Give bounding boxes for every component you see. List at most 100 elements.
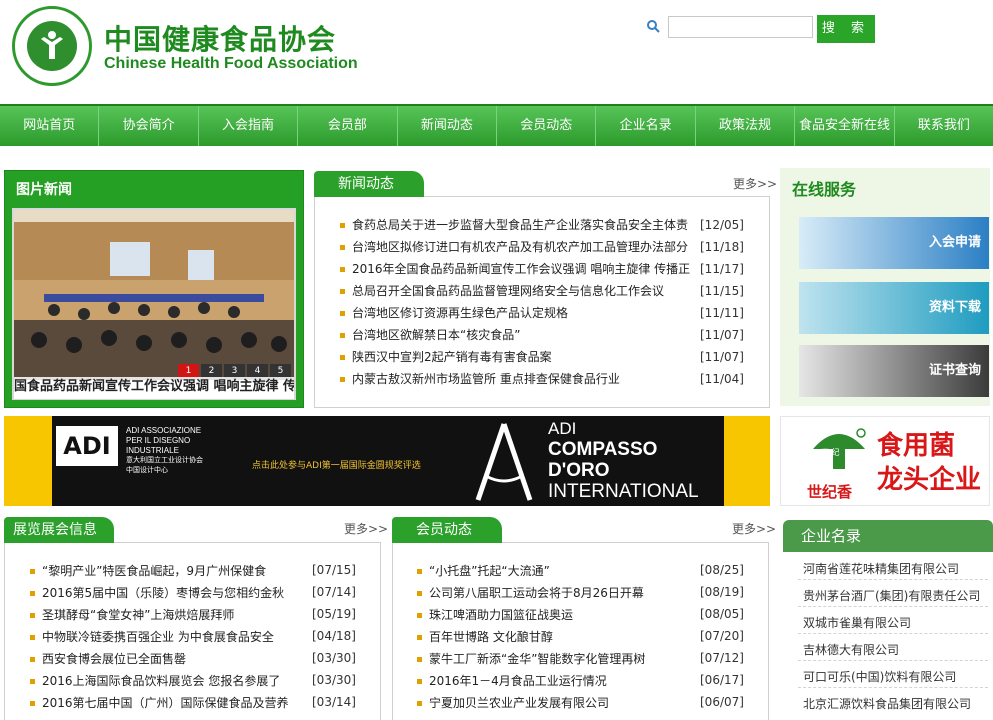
main-nav: 网站首页 协会简介 入会指南 会员部 新闻动态 会员动态 企业名录 政策法规 食…	[0, 104, 993, 146]
item-date: [07/14]	[312, 585, 356, 599]
search-input[interactable]	[668, 16, 813, 38]
item-date: [04/18]	[312, 629, 356, 643]
item-date: [03/14]	[312, 695, 356, 709]
divider	[798, 606, 988, 607]
slide-pagination: 1 2 3 4 5	[178, 364, 291, 378]
nav-item-policy[interactable]: 政策法规	[696, 106, 796, 146]
company-item[interactable]: 北京汇源饮料食品集团有限公司	[803, 695, 971, 712]
apply-membership-button[interactable]: 入会申请	[799, 217, 989, 269]
list-item[interactable]: 总局召开全国食品药品监督管理网络安全与信息化工作会议	[340, 280, 664, 302]
list-item[interactable]: 2016第5届中国（乐陵）枣博会与您相约金秋	[30, 582, 284, 604]
list-item[interactable]: 台湾地区修订资源再生绿色产品认定规格	[340, 302, 568, 324]
list-item[interactable]: 2016年全国食品药品新闻宣传工作会议强调 唱响主旋律 传播正	[340, 258, 690, 280]
list-item[interactable]: 食药总局关于进一步监督大型食品生产企业落实食品安全主体责	[340, 214, 688, 236]
compass-icon	[475, 423, 533, 501]
company-item[interactable]: 贵州茅台酒厂(集团)有限责任公司	[803, 587, 980, 604]
award-line: ADI	[548, 419, 577, 438]
item-date: [07/15]	[312, 563, 356, 577]
item-date: [03/30]	[312, 673, 356, 687]
divider	[798, 633, 988, 634]
item-date: [11/07]	[700, 350, 744, 364]
nav-item-contact[interactable]: 联系我们	[895, 106, 993, 146]
logo-english-name: Chinese Health Food Association	[104, 55, 358, 72]
nav-item-directory[interactable]: 企业名录	[596, 106, 696, 146]
bullet-icon	[30, 679, 35, 684]
award-line: COMPASSO D'ORO	[548, 439, 658, 481]
seal-text: 世 纪	[821, 448, 840, 457]
nav-item-news[interactable]: 新闻动态	[398, 106, 498, 146]
list-item[interactable]: 珠江啤酒助力国篮征战奥运	[417, 604, 573, 626]
list-item[interactable]: 2016第七届中国（广州）国际保健食品及营养	[30, 692, 289, 714]
item-date: [06/07]	[700, 695, 744, 709]
download-button[interactable]: 资料下载	[799, 282, 989, 334]
bullet-icon	[417, 679, 422, 684]
list-item[interactable]: 蒙牛工厂新添“金华”智能数字化管理再树	[417, 648, 645, 670]
conference-photo[interactable]	[14, 210, 294, 380]
adi-cta-text: 点击此处参与ADI第一届国际金圆规奖评选	[252, 461, 421, 471]
item-date: [08/25]	[700, 563, 744, 577]
item-date: [11/11]	[700, 306, 744, 320]
nav-item-home[interactable]: 网站首页	[0, 106, 100, 146]
list-item[interactable]: 台湾地区欲解禁日本“核灾食品”	[340, 324, 520, 346]
nav-item-about[interactable]: 协会简介	[99, 106, 199, 146]
shijixiang-banner[interactable]: 世 纪 食用菌 龙头企业 世纪香	[780, 416, 990, 506]
bullet-icon	[30, 635, 35, 640]
list-item[interactable]: 陕西汉中宣判2起产销有毒有害食品案	[340, 346, 552, 368]
item-date: [06/17]	[700, 673, 744, 687]
list-item[interactable]: “黎明产业”特医食品崛起，9月广州保健食	[30, 560, 266, 582]
association-logo-seal[interactable]	[12, 6, 92, 86]
nav-item-member-news[interactable]: 会员动态	[497, 106, 597, 146]
slide-number[interactable]: 1	[178, 364, 199, 378]
nav-item-join-guide[interactable]: 入会指南	[199, 106, 299, 146]
slide-number[interactable]: 4	[247, 364, 268, 378]
company-item[interactable]: 可口可乐(中国)饮料有限公司	[803, 668, 956, 685]
photo-caption[interactable]: 国食品药品新闻宣传工作会议强调 唱响主旋律 传	[14, 377, 294, 399]
member-news-title: 会员动态	[392, 517, 502, 543]
list-item[interactable]: 台湾地区拟修订进口有机农产品及有机农产加工品管理办法部分	[340, 236, 688, 258]
slide-number[interactable]: 2	[201, 364, 222, 378]
list-item[interactable]: 2016年1－4月食品工业运行情况	[417, 670, 607, 692]
list-item[interactable]: 公司第八届职工运动会将于8月26日开幕	[417, 582, 644, 604]
item-date: [08/05]	[700, 607, 744, 621]
list-item[interactable]: 百年世博路 文化酿甘醇	[417, 626, 553, 648]
adi-assoc-line: ADI ASSOCIAZIONE	[126, 426, 202, 435]
person-emblem-icon	[41, 31, 63, 59]
award-line: AWARD	[548, 503, 611, 522]
search-button[interactable]: 搜 索	[817, 15, 875, 43]
slide-number[interactable]: 5	[270, 364, 291, 378]
nav-item-food-safety[interactable]: 食品安全新在线	[795, 106, 895, 146]
item-date: [11/18]	[700, 240, 744, 254]
member-news-more-link[interactable]: 更多>>	[732, 520, 776, 537]
bullet-icon	[340, 245, 345, 250]
certificate-query-button[interactable]: 证书查询	[799, 345, 989, 397]
bullet-icon	[30, 701, 35, 706]
bullet-icon	[30, 657, 35, 662]
bullet-icon	[30, 613, 35, 618]
compasso-doro-award: ADI COMPASSO D'ORO INTERNATIONAL AWARD	[548, 418, 724, 523]
item-date: [11/04]	[700, 372, 744, 386]
list-item[interactable]: 西安食博会展位已全面售罄	[30, 648, 186, 670]
list-item[interactable]: 中物联冷链委携百强企业 为中食展食品安全	[30, 626, 274, 648]
exhibition-more-link[interactable]: 更多>>	[344, 520, 388, 537]
logo-chinese-name: 中国健康食品协会	[104, 23, 337, 56]
bullet-icon	[30, 569, 35, 574]
nav-item-membership[interactable]: 会员部	[298, 106, 398, 146]
list-item[interactable]: 内蒙古敖汉新州市场监管所 重点排查保健食品行业	[340, 368, 620, 390]
company-item[interactable]: 河南省莲花味精集团有限公司	[803, 560, 959, 577]
list-item[interactable]: 宁夏加贝兰农业产业发展有限公司	[417, 692, 609, 714]
company-item[interactable]: 吉林德大有限公司	[803, 641, 899, 658]
bullet-icon	[340, 223, 345, 228]
list-item[interactable]: 圣琪酵母“食堂女神”上海烘焙展拜师	[30, 604, 234, 626]
company-item[interactable]: 双城市雀巢有限公司	[803, 614, 911, 631]
brand-name: 世纪香	[807, 483, 853, 501]
adi-award-banner[interactable]: ADI ADI ASSOCIAZIONE PER IL DISEGNO INDU…	[4, 416, 770, 522]
list-item[interactable]: 2016上海国际食品饮料展览会 您报名参展了	[30, 670, 280, 692]
news-more-link[interactable]: 更多>>	[733, 175, 777, 192]
photo-news-title: 图片新闻	[16, 182, 72, 198]
company-directory-title: 企业名录	[783, 520, 993, 552]
bullet-icon	[417, 701, 422, 706]
divider	[798, 579, 988, 580]
item-date: [05/19]	[312, 607, 356, 621]
slide-number[interactable]: 3	[224, 364, 245, 378]
list-item[interactable]: “小托盘”托起“大流通”	[417, 560, 550, 582]
